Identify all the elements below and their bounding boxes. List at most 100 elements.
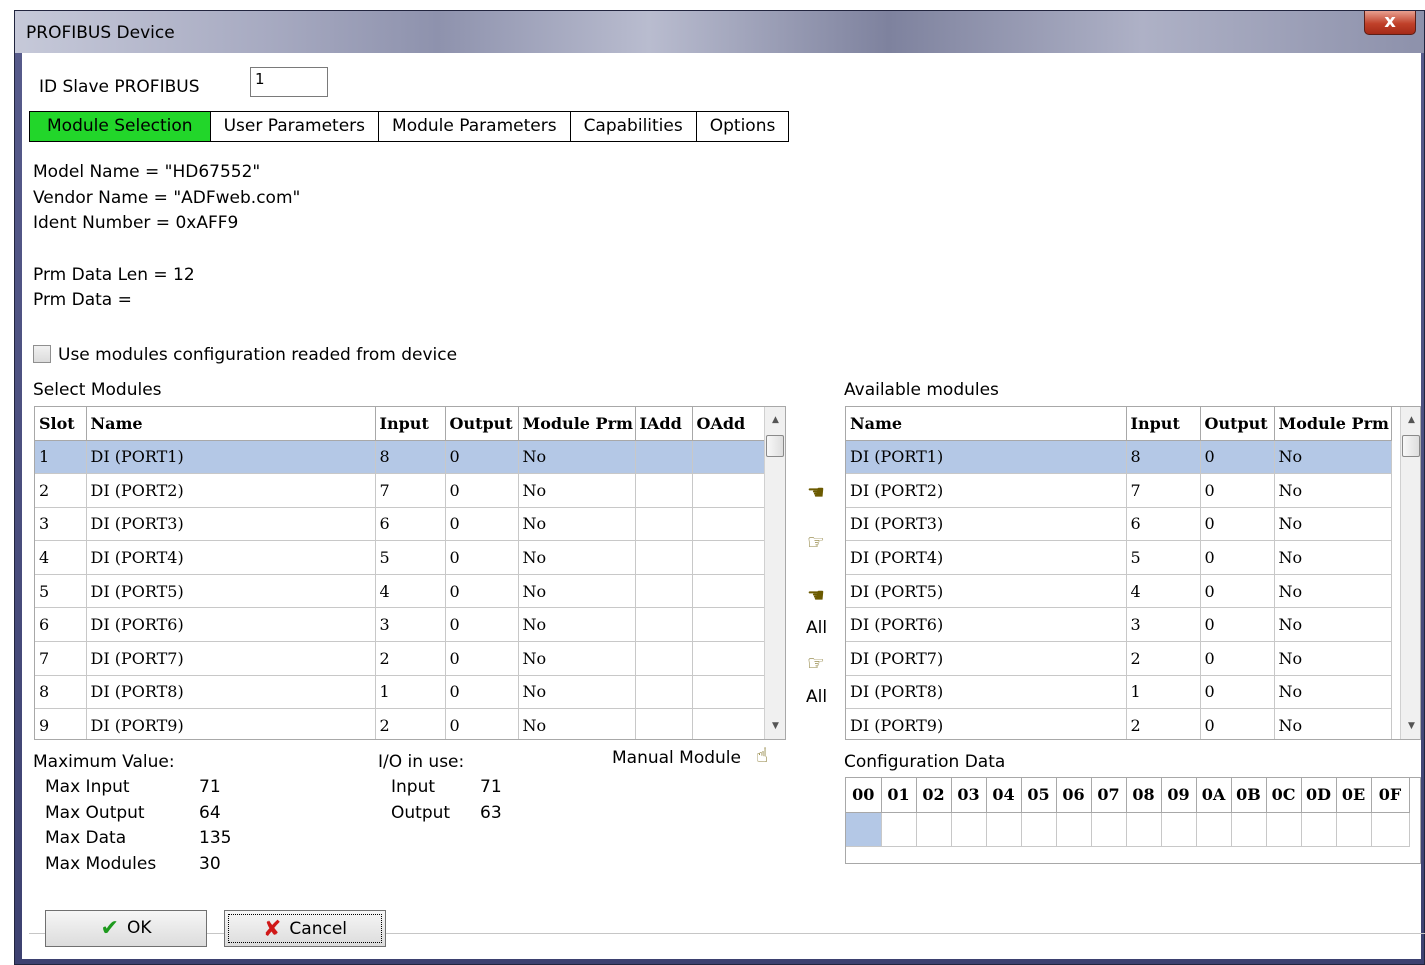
cell-input: 2	[375, 708, 446, 739]
configuration-data-grid[interactable]: 00 01 02 03 04 05 06 07 08 09 0A 0B 0C 0…	[845, 777, 1421, 864]
config-cell[interactable]	[1021, 812, 1057, 847]
cell-iadd	[635, 675, 693, 710]
column-header-oadd[interactable]: OAdd	[692, 407, 765, 441]
available-modules-grid[interactable]: Name Input Output Module Prm DI (PORT1) 8…	[845, 406, 1421, 740]
column-header-input[interactable]: Input	[1126, 407, 1201, 441]
remove-all-button[interactable]: ☞	[803, 651, 829, 675]
ok-button[interactable]: ✔ OK	[45, 910, 207, 947]
column-header-output[interactable]: Output	[445, 407, 519, 441]
cell-slot: 4	[35, 540, 87, 575]
cell-module-prm: No	[518, 540, 636, 575]
config-cell[interactable]	[1371, 812, 1410, 847]
config-cell[interactable]	[1231, 812, 1267, 847]
column-header-name[interactable]: Name	[846, 407, 1127, 441]
column-header-module-prm[interactable]: Module Prm	[518, 407, 636, 441]
manual-module-label[interactable]: Manual Module	[612, 748, 741, 768]
table-row[interactable]: 9 DI (PORT9) 2 0 No	[35, 708, 765, 739]
add-module-button[interactable]: ☚	[803, 480, 829, 504]
cell-module-prm: No	[1274, 607, 1392, 643]
max-modules-value: 30	[199, 854, 221, 874]
tab-options[interactable]: Options	[696, 111, 790, 142]
table-row[interactable]: DI (PORT6) 3 0 No	[846, 607, 1392, 643]
cell-output: 0	[1200, 507, 1275, 542]
scroll-thumb[interactable]	[1402, 435, 1420, 457]
table-row[interactable]: DI (PORT2) 7 0 No	[846, 473, 1392, 508]
cell-module-prm: No	[518, 507, 636, 542]
table-row[interactable]: 6 DI (PORT6) 3 0 No	[35, 607, 765, 643]
config-column-header: 04	[986, 778, 1022, 813]
max-data-value: 135	[199, 828, 232, 848]
remove-module-button[interactable]: ☞	[803, 530, 829, 554]
config-cell[interactable]	[916, 812, 952, 847]
table-row[interactable]: 5 DI (PORT5) 4 0 No	[35, 574, 765, 609]
config-cell[interactable]	[1336, 812, 1372, 847]
scroll-down-arrow-icon[interactable]: ▼	[1401, 716, 1420, 736]
column-header-output[interactable]: Output	[1200, 407, 1275, 441]
available-modules-scrollbar[interactable]: ▲ ▼	[1400, 407, 1420, 739]
table-row[interactable]: 4 DI (PORT4) 5 0 No	[35, 540, 765, 575]
close-button[interactable]: x	[1364, 11, 1416, 35]
id-slave-input[interactable]: 1	[250, 67, 328, 97]
tab-capabilities[interactable]: Capabilities	[570, 111, 697, 142]
select-modules-grid[interactable]: Slot Name Input Output Module Prm IAdd O…	[34, 406, 786, 740]
table-row[interactable]: 8 DI (PORT8) 1 0 No	[35, 675, 765, 710]
table-row[interactable]: 1 DI (PORT1) 8 0 No	[35, 440, 765, 475]
table-row[interactable]: 2 DI (PORT2) 7 0 No	[35, 473, 765, 508]
table-row[interactable]: DI (PORT4) 5 0 No	[846, 540, 1392, 575]
config-cell[interactable]	[951, 812, 987, 847]
cell-module-prm: No	[518, 641, 636, 676]
config-cell[interactable]	[986, 812, 1022, 847]
column-header-input[interactable]: Input	[375, 407, 446, 441]
title-bar[interactable]: PROFIBUS Device x	[15, 11, 1424, 53]
tab-module-parameters[interactable]: Module Parameters	[379, 111, 571, 142]
config-cell[interactable]	[1161, 812, 1197, 847]
cell-name: DI (PORT7)	[86, 641, 376, 676]
config-column-header: 0C	[1266, 778, 1302, 813]
cancel-button-label: Cancel	[289, 919, 348, 939]
config-cell[interactable]	[1196, 812, 1232, 847]
config-cell[interactable]	[1091, 812, 1127, 847]
column-header-iadd[interactable]: IAdd	[635, 407, 693, 441]
scroll-up-arrow-icon[interactable]: ▲	[1401, 410, 1420, 430]
table-row[interactable]: DI (PORT1) 8 0 No	[846, 440, 1392, 475]
table-row[interactable]: DI (PORT3) 6 0 No	[846, 507, 1392, 542]
select-modules-scrollbar[interactable]: ▲ ▼	[764, 407, 785, 739]
add-all-label[interactable]: All	[806, 618, 827, 638]
column-header-module-prm[interactable]: Module Prm	[1274, 407, 1392, 441]
tab-module-selection[interactable]: Module Selection	[29, 111, 211, 142]
cell-name: DI (PORT2)	[846, 473, 1127, 508]
maximum-value-title: Maximum Value:	[33, 752, 175, 772]
column-header-slot[interactable]: Slot	[35, 407, 87, 441]
use-modules-checkbox[interactable]	[33, 345, 51, 363]
config-cell[interactable]	[1301, 812, 1337, 847]
tab-user-parameters[interactable]: User Parameters	[210, 111, 380, 142]
column-header-name[interactable]: Name	[86, 407, 376, 441]
config-cell[interactable]	[1056, 812, 1092, 847]
table-row[interactable]: DI (PORT9) 2 0 No	[846, 708, 1392, 739]
add-all-button[interactable]: ☚	[803, 583, 829, 607]
config-cell[interactable]	[846, 812, 882, 847]
scroll-thumb[interactable]	[766, 435, 784, 457]
config-cell[interactable]	[1266, 812, 1302, 847]
config-data-row[interactable]	[846, 812, 1410, 847]
scroll-down-arrow-icon[interactable]: ▼	[765, 716, 785, 736]
config-column-header: 05	[1021, 778, 1057, 813]
table-row[interactable]: 7 DI (PORT7) 2 0 No	[35, 641, 765, 676]
config-cell[interactable]	[1126, 812, 1162, 847]
cell-input: 2	[1126, 708, 1201, 739]
cell-name: DI (PORT5)	[846, 574, 1127, 609]
cancel-button[interactable]: ✘ Cancel	[224, 910, 386, 947]
cell-input: 8	[375, 440, 446, 475]
hand-click-icon[interactable]: ☝	[756, 743, 768, 767]
io-output-value: 63	[480, 803, 502, 823]
table-row[interactable]: DI (PORT7) 2 0 No	[846, 641, 1392, 676]
cell-oadd	[692, 675, 765, 710]
scroll-up-arrow-icon[interactable]: ▲	[765, 410, 785, 430]
config-cell[interactable]	[881, 812, 917, 847]
table-row[interactable]: 3 DI (PORT3) 6 0 No	[35, 507, 765, 542]
remove-all-label[interactable]: All	[806, 687, 827, 707]
cell-module-prm: No	[1274, 641, 1392, 676]
table-row[interactable]: DI (PORT8) 1 0 No	[846, 675, 1392, 710]
table-row[interactable]: DI (PORT5) 4 0 No	[846, 574, 1392, 609]
cell-output: 0	[1200, 708, 1275, 739]
